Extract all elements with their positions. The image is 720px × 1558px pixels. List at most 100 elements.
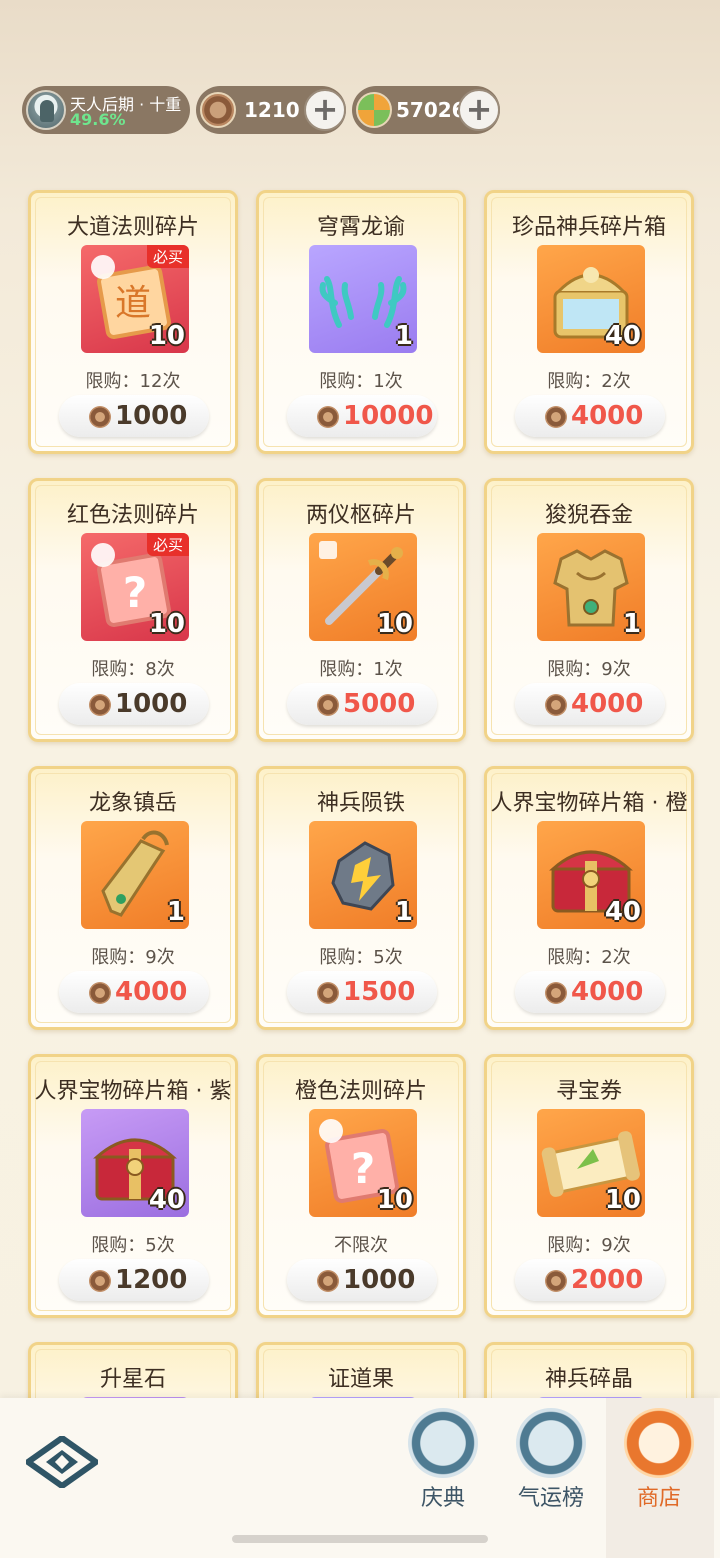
item-title: 证道果 [327, 1367, 394, 1392]
item-title: 神兵陨铁 [316, 791, 405, 816]
shop-item-card[interactable]: 升星石 [28, 1342, 238, 1398]
shop-item-card[interactable]: 神兵陨铁 1 限购：5次 1500 [256, 766, 466, 1030]
item-quantity: 40 [604, 321, 641, 351]
purchase-limit: 限购：5次 [319, 947, 403, 968]
item-title: 橙色法则碎片 [294, 1079, 427, 1104]
shop-item-card[interactable]: 大道法则碎片道 必买 10 限购：12次 1000 [28, 190, 238, 454]
shop-item-card[interactable]: 龙象镇岳 1 限购：9次 4000 [28, 766, 238, 1030]
item-quantity: 10 [148, 609, 185, 639]
shop-item-card[interactable]: 人界宝物碎片箱 · 橙 40 限购：2次 4000 [484, 766, 694, 1030]
item-quantity: 10 [604, 1185, 641, 1215]
buy-button[interactable]: 4000 [59, 971, 209, 1013]
copper-coin-icon [89, 982, 111, 1004]
item-thumbnail[interactable]: 10 [537, 1109, 645, 1217]
shop-item-card[interactable]: 穹霄龙谕 1 限购：1次 10000 [256, 190, 466, 454]
buy-button[interactable]: 1500 [287, 971, 437, 1013]
player-info[interactable]: 天人后期 · 十重 49.6% [22, 86, 190, 134]
buy-button[interactable]: 1200 [59, 1259, 209, 1301]
item-quantity: 1 [394, 897, 413, 927]
item-thumbnail[interactable]: ? 必买 10 [81, 533, 189, 641]
must-buy-badge: 必买 [146, 533, 189, 556]
copper-coin-icon [89, 406, 111, 428]
purchase-limit: 限购：1次 [319, 659, 403, 680]
item-quantity: 10 [148, 321, 185, 351]
purchase-limit: 限购：9次 [547, 659, 631, 680]
purchase-limit: 不限次 [334, 1235, 388, 1256]
nav-celebration[interactable]: 庆典 [398, 1408, 488, 1518]
item-quantity: 1 [166, 897, 185, 927]
fortune-gem-icon [356, 92, 392, 128]
price-value: 4000 [571, 977, 644, 1007]
copper-coin-icon [317, 982, 339, 1004]
shop-item-card[interactable]: 寻宝券 10 限购：9次 2000 [484, 1054, 694, 1318]
game-logo-icon[interactable] [26, 1436, 98, 1488]
shop-item-card[interactable]: 红色法则碎片? 必买 10 限购：8次 1000 [28, 478, 238, 742]
buy-button[interactable]: 1000 [287, 1259, 437, 1301]
buy-button[interactable]: 2000 [515, 1259, 665, 1301]
item-thumbnail[interactable]: 40 [537, 821, 645, 929]
price-value: 2000 [571, 1265, 644, 1295]
item-title: 狻猊吞金 [544, 503, 633, 528]
item-thumbnail[interactable]: 10 [309, 533, 417, 641]
nav-label: 气运榜 [517, 1486, 584, 1511]
shop-icon [624, 1408, 694, 1478]
item-quantity: 1 [394, 321, 413, 351]
buy-button[interactable]: 4000 [515, 971, 665, 1013]
home-indicator [232, 1535, 488, 1543]
svg-text:?: ? [351, 1144, 375, 1193]
buy-button[interactable]: 5000 [287, 683, 437, 725]
item-title: 大道法则碎片 [66, 215, 199, 240]
item-title: 穹霄龙谕 [316, 215, 405, 240]
nav-fortune-ranking[interactable]: 气运榜 [506, 1408, 596, 1518]
item-title: 两仪枢碎片 [305, 503, 416, 528]
shop-item-card[interactable]: 神兵碎晶 [484, 1342, 694, 1398]
status-bar: 天人后期 · 十重 49.6% 1210 + 57026 + [22, 86, 712, 136]
gem-value: 57026 [396, 98, 466, 122]
price-value: 5000 [343, 689, 416, 719]
item-thumbnail[interactable]: 1 [537, 533, 645, 641]
price-value: 4000 [571, 401, 644, 431]
item-thumbnail[interactable]: 1 [81, 821, 189, 929]
purchase-limit: 限购：12次 [85, 371, 181, 392]
nav-shop[interactable]: 商店 [614, 1408, 704, 1518]
price-value: 1000 [115, 689, 188, 719]
buy-button[interactable]: 4000 [515, 683, 665, 725]
buy-button[interactable]: 1000 [59, 395, 209, 437]
item-quantity: 1 [622, 609, 641, 639]
bottom-nav: 庆典 气运榜 商店 [0, 1398, 720, 1558]
copper-coin-icon [317, 1270, 339, 1292]
add-gem-button[interactable]: + [458, 89, 500, 131]
item-thumbnail[interactable]: 1 [309, 821, 417, 929]
shop-item-card[interactable]: 证道果 [256, 1342, 466, 1398]
shop-item-card[interactable]: 人界宝物碎片箱 · 紫 40 限购：5次 1200 [28, 1054, 238, 1318]
coin-balance: 1210 + [196, 86, 346, 134]
buy-button[interactable]: 10000 [287, 395, 437, 437]
shop-item-card[interactable]: 珍品神兵碎片箱 40 限购：2次 4000 [484, 190, 694, 454]
avatar[interactable] [26, 90, 66, 130]
price-value: 1200 [115, 1265, 188, 1295]
fortune-ranking-icon [516, 1408, 586, 1478]
shop-item-card[interactable]: 狻猊吞金 1 限购：9次 4000 [484, 478, 694, 742]
item-thumbnail[interactable]: 1 [309, 245, 417, 353]
item-title: 寻宝券 [555, 1079, 622, 1104]
item-quantity: 40 [148, 1185, 185, 1215]
shop-item-card[interactable]: 两仪枢碎片 10 限购：1次 5000 [256, 478, 466, 742]
item-thumbnail[interactable]: ? 10 [309, 1109, 417, 1217]
item-title: 人界宝物碎片箱 · 橙 [490, 791, 688, 816]
item-thumbnail[interactable]: 道 必买 10 [81, 245, 189, 353]
purchase-limit: 限购：2次 [547, 947, 631, 968]
item-thumbnail[interactable]: 40 [81, 1109, 189, 1217]
add-coin-button[interactable]: + [304, 89, 346, 131]
copper-coin-icon [317, 694, 339, 716]
item-title: 神兵碎晶 [544, 1367, 633, 1392]
buy-button[interactable]: 4000 [515, 395, 665, 437]
coin-value: 1210 [244, 98, 300, 122]
copper-coin-icon [200, 92, 236, 128]
shop-item-card[interactable]: 橙色法则碎片 ? 10 不限次 1000 [256, 1054, 466, 1318]
gem-balance: 57026 + [352, 86, 500, 134]
purchase-limit: 限购：9次 [91, 947, 175, 968]
copper-coin-icon [317, 406, 339, 428]
item-thumbnail[interactable]: 40 [537, 245, 645, 353]
price-value: 4000 [571, 689, 644, 719]
buy-button[interactable]: 1000 [59, 683, 209, 725]
